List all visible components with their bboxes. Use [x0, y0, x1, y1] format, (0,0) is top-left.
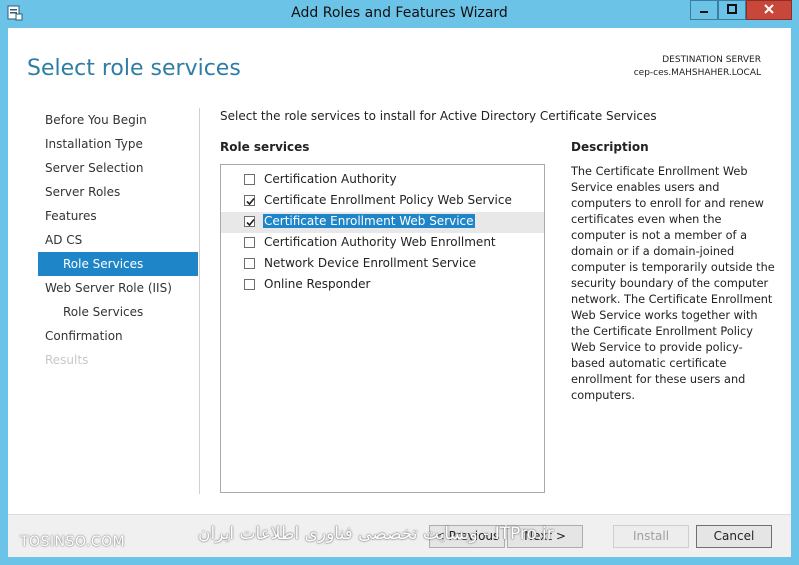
checkbox-ca-web-enrollment[interactable] — [244, 237, 255, 248]
list-item[interactable]: Online Responder — [221, 275, 544, 296]
nav-item-before-you-begin[interactable]: Before You Begin — [38, 108, 198, 132]
checkbox-certification-authority[interactable] — [244, 174, 255, 185]
nav-item-ad-cs[interactable]: AD CS — [38, 228, 198, 252]
install-button: Install — [613, 525, 689, 548]
role-service-label: Certification Authority Web Enrollment — [264, 235, 496, 249]
role-service-label: Certification Authority — [264, 172, 397, 186]
list-item[interactable]: Certificate Enrollment Policy Web Servic… — [221, 191, 544, 212]
watermark-right: وبسایت تخصصی فناوری اطلاعات ایران - ITPr… — [198, 524, 554, 544]
list-item[interactable]: Network Device Enrollment Service — [221, 254, 544, 275]
role-service-label: Certificate Enrollment Policy Web Servic… — [264, 193, 512, 207]
role-service-label: Certificate Enrollment Web Service — [263, 214, 475, 228]
role-services-heading: Role services — [220, 140, 310, 154]
wizard-window: Add Roles and Features Wizard Select rol… — [0, 0, 799, 565]
checkbox-network-device-enrollment[interactable] — [244, 258, 255, 269]
minimize-button[interactable] — [690, 0, 718, 20]
wizard-nav: Before You Begin Installation Type Serve… — [38, 108, 198, 372]
description-text: The Certificate Enrollment Web Service e… — [571, 165, 775, 402]
wizard-footer: TOSINSO.COM < Previous Next > Install Ca… — [8, 514, 791, 557]
cancel-button[interactable]: Cancel — [696, 525, 772, 548]
minimize-icon — [699, 3, 709, 17]
list-item[interactable]: Certification Authority Web Enrollment — [221, 233, 544, 254]
list-item[interactable]: Certificate Enrollment Web Service — [221, 212, 544, 233]
maximize-button[interactable] — [718, 0, 746, 20]
checkbox-enrollment-web-service[interactable] — [244, 216, 255, 227]
close-icon — [764, 3, 774, 17]
nav-divider — [199, 108, 200, 494]
wizard-content: Select role services DESTINATION SERVER … — [8, 28, 791, 557]
nav-item-server-selection[interactable]: Server Selection — [38, 156, 198, 180]
close-button[interactable] — [746, 0, 792, 20]
nav-item-web-server-role[interactable]: Web Server Role (IIS) — [38, 276, 198, 300]
nav-item-results: Results — [45, 353, 89, 367]
list-item[interactable]: Certification Authority — [221, 170, 544, 191]
role-services-list[interactable]: Certification Authority Certificate Enro… — [220, 164, 545, 493]
destination-server-name: cep-ces.MAHSHAHER.LOCAL — [633, 68, 761, 78]
destination-server-label: DESTINATION SERVER — [662, 55, 761, 65]
nav-item-adcs-role-services[interactable]: Role Services — [38, 252, 198, 276]
watermark-left: TOSINSO.COM — [20, 534, 126, 550]
nav-item-confirmation[interactable]: Confirmation — [38, 324, 198, 348]
checkbox-enrollment-policy-web-service[interactable] — [244, 195, 255, 206]
nav-item-installation-type[interactable]: Installation Type — [38, 132, 198, 156]
role-service-label: Online Responder — [264, 277, 371, 291]
instruction-text: Select the role services to install for … — [220, 109, 657, 123]
nav-item-features[interactable]: Features — [38, 204, 198, 228]
description-heading: Description — [571, 140, 649, 154]
page-title: Select role services — [27, 56, 241, 81]
nav-item-server-roles[interactable]: Server Roles — [38, 180, 198, 204]
nav-item-iis-role-services[interactable]: Role Services — [38, 300, 198, 324]
role-service-label: Network Device Enrollment Service — [264, 256, 477, 270]
maximize-icon — [727, 3, 737, 17]
checkbox-online-responder[interactable] — [244, 279, 255, 290]
window-title: Add Roles and Features Wizard — [291, 5, 508, 21]
title-bar[interactable]: Add Roles and Features Wizard — [0, 0, 799, 28]
